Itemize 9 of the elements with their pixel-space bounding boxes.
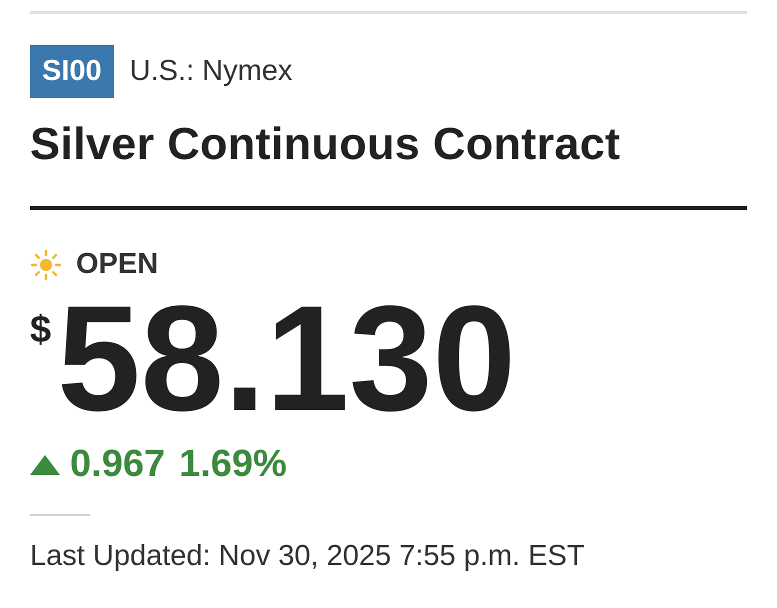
ticker-badge: SI00 bbox=[30, 45, 114, 98]
price-value: 58.130 bbox=[57, 285, 516, 431]
change-amount: 0.967 bbox=[70, 443, 166, 486]
last-updated: Last Updated: Nov 30, 2025 7:55 p.m. EST bbox=[30, 540, 586, 573]
exchange-label: U.S.: Nymex bbox=[130, 55, 292, 88]
currency-symbol: $ bbox=[30, 309, 52, 352]
instrument-title: Silver Continuous Contract bbox=[30, 117, 622, 171]
market-status: OPEN bbox=[76, 248, 158, 281]
change-percent: 1.69% bbox=[179, 443, 287, 486]
